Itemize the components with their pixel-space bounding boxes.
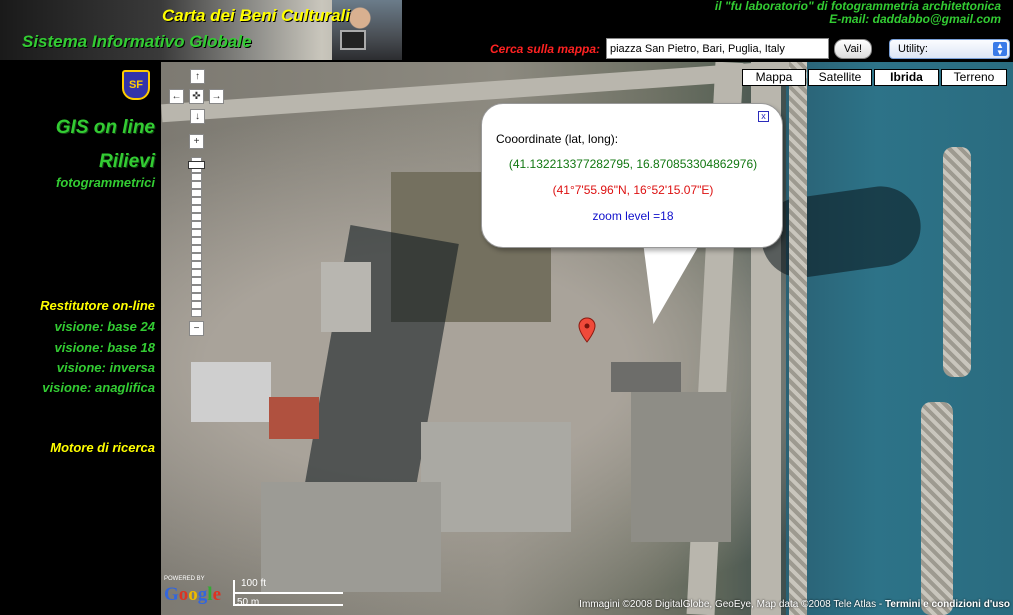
info-window-tail [570,246,699,324]
utility-selected: Utility: [898,43,928,55]
building [261,482,441,592]
sidebar-item-base18[interactable]: visione: base 18 [55,340,155,355]
info-window: x Cooordinate (lat, long): (41.132213377… [481,103,783,248]
maptype-mappa[interactable]: Mappa [742,69,806,86]
search-label: Cerca sulla mappa: [490,42,601,56]
building [191,362,271,422]
maptype-satellite[interactable]: Satellite [808,69,872,86]
utility-select[interactable]: Utility: ▲ ▼ [889,39,1010,59]
logo-text: SF [128,79,144,91]
banner: Carta dei Beni Culturali Sistema Informa… [0,0,402,60]
pan-left-icon[interactable]: ← [169,89,184,104]
copyright-text: Immagini ©2008 DigitalGlobe, GeoEye, Map… [579,599,886,610]
close-icon[interactable]: x [758,111,769,122]
rilievi-link[interactable]: Rilievi [99,151,155,173]
building [321,262,371,332]
info-zoom-level: zoom level =18 [592,209,674,223]
email-line[interactable]: E-mail: daddabbo@gmail.com [715,13,1001,26]
zoom-in-button[interactable]: + [189,134,204,149]
search-input[interactable] [606,38,829,59]
sidebar: SF GIS on line Rilievi fotogrammetrici R… [0,62,161,615]
scale-meters: 50 m [237,597,260,608]
pier [943,147,971,377]
terms-link[interactable]: Termini e condizioni d'uso [885,599,1010,610]
seawall [789,62,807,615]
map-marker-icon[interactable] [578,317,596,343]
sea-area [786,62,1013,615]
building [611,362,681,392]
restitutore-heading: Restitutore on-line [40,298,155,313]
zoom-out-button[interactable]: − [189,321,204,336]
sidebar-item-anaglifica[interactable]: visione: anaglifica [42,380,155,395]
powered-by-label: POWERED BY [164,576,205,582]
maptype-ibrida[interactable]: Ibrida [874,69,939,86]
pan-center-icon[interactable]: ✜ [189,89,204,104]
maptype-terreno[interactable]: Terreno [941,69,1007,86]
building [269,397,319,439]
pan-up-icon[interactable]: ↑ [190,69,205,84]
building [421,422,571,532]
info-decimal-coords: (41.132213377282795, 16.870853304862976) [508,157,758,171]
select-arrows-icon: ▲ ▼ [993,42,1007,57]
header: Carta dei Beni Culturali Sistema Informa… [0,0,1013,62]
pier [921,402,953,615]
zoom-slider[interactable] [191,157,202,317]
map[interactable]: Mappa Satellite Ibrida Terreno ↑ ← ✜ → ↓… [161,62,1013,615]
scale-feet: 100 ft [241,578,267,589]
info-dms-coords: (41°7'55.96"N, 16°52'15.07"E) [552,183,714,197]
banner-title: Carta dei Beni Culturali [162,6,350,25]
map-copyright: Immagini ©2008 DigitalGlobe, GeoEye, Map… [579,599,1010,610]
sidebar-item-base24[interactable]: visione: base 24 [55,319,155,334]
zoom-slider-knob[interactable] [188,161,205,169]
lab-credits: il "fu laboratorio" di fotogrammetria ar… [715,0,1001,26]
info-heading: Cooordinate (lat, long): [496,132,619,146]
sidebar-item-inversa[interactable]: visione: inversa [57,360,155,375]
banner-subtitle: Sistema Informativo Globale [22,32,252,51]
gis-online-link[interactable]: GIS on line [56,117,155,139]
fotogrammetrici-link[interactable]: fotogrammetrici [56,175,155,190]
logo[interactable]: SF [122,70,150,100]
motore-ricerca-link[interactable]: Motore di ricerca [50,440,155,455]
google-logo[interactable]: Google [164,584,221,606]
pan-right-icon[interactable]: → [209,89,224,104]
building [631,392,731,542]
pan-down-icon[interactable]: ↓ [190,109,205,124]
go-button[interactable]: Vai! [834,39,872,59]
